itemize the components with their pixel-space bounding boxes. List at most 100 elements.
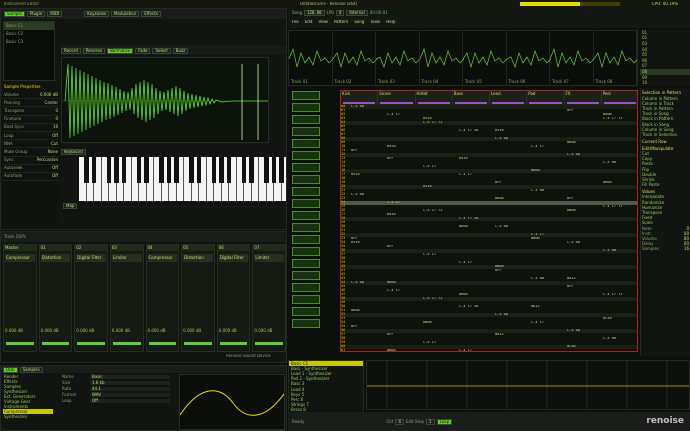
sample-prop-value[interactable]: None (48, 149, 58, 154)
pattern-cell[interactable] (495, 349, 531, 351)
sequence-block[interactable] (292, 235, 320, 244)
black-key[interactable] (279, 157, 284, 184)
mixer-device[interactable]: Distortion (40, 254, 71, 262)
sequence-block[interactable] (292, 259, 320, 268)
buzz-button[interactable]: Buzz (172, 47, 189, 54)
sequence-block[interactable] (292, 223, 320, 232)
sequence-block[interactable] (292, 163, 320, 172)
map-button[interactable]: Map (63, 203, 78, 209)
mixer-volume[interactable]: 0.000 dB (41, 329, 59, 333)
mixer-device[interactable]: Limiter (254, 254, 284, 262)
instr-list-item[interactable]: Basic C2 (4, 30, 54, 38)
black-key[interactable] (121, 157, 127, 184)
sequence-block[interactable] (292, 271, 320, 280)
loop-button[interactable]: Loop (436, 418, 453, 425)
black-key[interactable] (166, 157, 172, 184)
instr-list-item[interactable]: Basic C3 (4, 38, 54, 46)
mixer-volume[interactable]: 0.000 dB (254, 329, 272, 333)
sequence-block[interactable] (292, 127, 320, 136)
sequence-block[interactable] (292, 175, 320, 184)
sequence-block[interactable] (292, 283, 320, 292)
menu-item[interactable]: Help (386, 20, 395, 24)
fade-button[interactable]: Fade (135, 47, 151, 54)
menu-item[interactable]: Tools (370, 20, 380, 24)
mixer-device[interactable]: Limiter (111, 254, 142, 262)
sequence-block[interactable] (292, 151, 320, 160)
mixer-device[interactable]: Compressor (5, 254, 35, 262)
mixer-volume[interactable]: 0.000 dB (76, 329, 94, 333)
black-key[interactable] (226, 157, 232, 184)
sample-prop-value[interactable]: Off (52, 133, 58, 138)
mixer-fader[interactable] (6, 342, 34, 345)
black-key[interactable] (271, 157, 277, 184)
sample-prop-value[interactable]: Percussion (37, 158, 58, 162)
field-value[interactable]: 16 (684, 247, 689, 251)
menu-item[interactable]: Pattern (334, 20, 348, 24)
mixer-fader[interactable] (41, 342, 70, 345)
track-header[interactable]: Perc (602, 91, 637, 105)
track-header[interactable]: Pad (527, 91, 565, 105)
mixer-device[interactable]: Compressor (147, 254, 178, 262)
track-header[interactable]: FX (565, 91, 602, 105)
file-info-value[interactable]: 44.1 (90, 387, 170, 391)
pattern-line[interactable]: 61 0B00 C-4 17 (341, 348, 637, 351)
black-key[interactable] (196, 157, 202, 184)
black-key[interactable] (219, 157, 224, 184)
track-header[interactable]: Lead (490, 91, 528, 105)
reverse-button[interactable]: Reverse (82, 47, 105, 54)
black-key[interactable] (84, 157, 89, 184)
sample-tab[interactable]: Sample (4, 11, 25, 17)
mixer-fader[interactable] (148, 342, 177, 345)
mixer-device[interactable]: Digital Filter (76, 254, 106, 262)
black-key[interactable] (174, 157, 179, 184)
mixer-device[interactable]: Distortion (183, 254, 213, 262)
menu-item[interactable]: Song (354, 20, 364, 24)
mixer-fader[interactable] (184, 342, 212, 345)
sequence-block[interactable] (292, 187, 320, 196)
field-value[interactable]: 0 (686, 226, 689, 231)
file-info-value[interactable]: WAV (90, 393, 170, 397)
instr-list-item[interactable]: Basic C1 (4, 22, 54, 30)
sample-prop-value[interactable]: Off (52, 166, 58, 170)
disk-tab[interactable]: Disk (3, 366, 18, 373)
file-info-value[interactable]: Basic (90, 375, 170, 379)
sequence-slot[interactable]: 10 (640, 80, 690, 86)
menu-item[interactable]: Edit (305, 20, 313, 24)
mixer-volume[interactable]: 0.000 dB (219, 329, 237, 333)
samples-tab[interactable]: Samples (19, 366, 43, 373)
black-key[interactable] (211, 157, 217, 184)
midi-tab[interactable]: MIDI (47, 11, 63, 17)
track-header[interactable]: HiHat (416, 91, 453, 105)
file-info-value[interactable]: Off (90, 399, 170, 403)
modulation-tab[interactable]: Modulation (111, 11, 140, 17)
black-key[interactable] (144, 157, 149, 184)
menu-item[interactable]: File (292, 20, 299, 24)
black-key[interactable] (264, 157, 269, 184)
pattern-cell[interactable]: 0B00 (387, 349, 423, 351)
black-key[interactable] (249, 157, 254, 184)
mixer-fader[interactable] (77, 342, 105, 345)
sample-prop-value[interactable]: Off (52, 174, 58, 178)
pattern-cell[interactable] (351, 349, 387, 351)
sample-prop-value[interactable]: 0 (55, 108, 58, 113)
mode-select[interactable]: Internal (346, 10, 368, 16)
sequence-block[interactable] (292, 211, 320, 220)
select-button[interactable]: Select (152, 47, 171, 54)
mixer-volume[interactable]: 0.000 dB (5, 329, 23, 333)
record-button[interactable]: Record (61, 47, 81, 54)
track-header[interactable]: Bass (453, 91, 490, 105)
sequence-block[interactable] (292, 307, 320, 316)
lfo-graph[interactable] (179, 374, 285, 430)
folder-item[interactable]: Synthesizer (3, 414, 53, 419)
normalize-button[interactable]: Normalize (106, 47, 134, 54)
plugin-tab[interactable]: Plugin (27, 11, 46, 17)
sequence-block[interactable] (292, 319, 320, 328)
file-info-value[interactable]: 1.6 kb (90, 381, 170, 385)
pattern-cell[interactable] (603, 349, 637, 351)
sequence-block[interactable] (292, 91, 320, 100)
black-key[interactable] (159, 157, 164, 184)
sequence-block[interactable] (292, 139, 320, 148)
track-header[interactable]: Snare (378, 91, 416, 105)
sequence-block[interactable] (292, 199, 320, 208)
pattern-cell[interactable] (567, 349, 603, 351)
